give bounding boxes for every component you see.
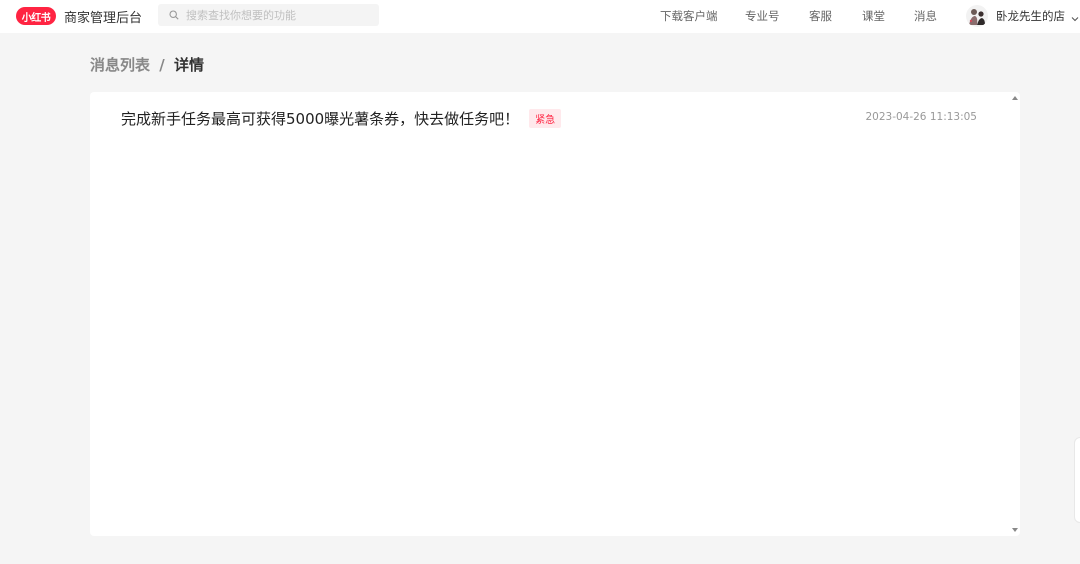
breadcrumb: 消息列表 / 详情 [90,54,204,75]
nav-classroom[interactable]: 课堂 [862,8,885,24]
scroll-up-arrow-icon[interactable] [1011,94,1019,102]
search-icon [166,4,182,26]
floating-side-tab[interactable] [1074,437,1080,523]
search-input[interactable] [186,8,376,22]
chevron-down-icon [1069,10,1080,22]
breadcrumb-message-list[interactable]: 消息列表 [90,56,150,74]
nav-customer-service[interactable]: 客服 [809,8,832,24]
avatar [966,5,988,27]
user-name: 卧龙先生的店 [996,9,1065,23]
breadcrumb-separator: / [159,56,165,74]
app-title: 商家管理后台 [64,11,143,26]
top-navbar: 小红书 商家管理后台 下载客户端 专业号 客服 课堂 消息 卧龙先生的店 [0,0,1080,33]
user-menu[interactable]: 卧龙先生的店 [966,5,1080,27]
scroll-down-arrow-icon[interactable] [1011,526,1019,534]
brand-logo[interactable]: 小红书 [16,7,56,25]
message-title-row: 完成新手任务最高可获得5000曝光薯条券，快去做任务吧！ 紧急 [121,108,562,129]
urgent-badge: 紧急 [529,109,562,128]
nav-messages[interactable]: 消息 [914,8,937,24]
breadcrumb-current: 详情 [173,56,204,74]
nav-download-client[interactable]: 下载客户端 [660,8,718,24]
nav-professional-account[interactable]: 专业号 [745,8,780,24]
message-timestamp: 2023-04-26 11:13:05 [865,111,977,123]
message-detail-card: 完成新手任务最高可获得5000曝光薯条券，快去做任务吧！ 紧急 2023-04-… [90,92,1020,536]
search-box[interactable] [158,4,379,26]
message-title: 完成新手任务最高可获得5000曝光薯条券，快去做任务吧！ [121,110,520,128]
